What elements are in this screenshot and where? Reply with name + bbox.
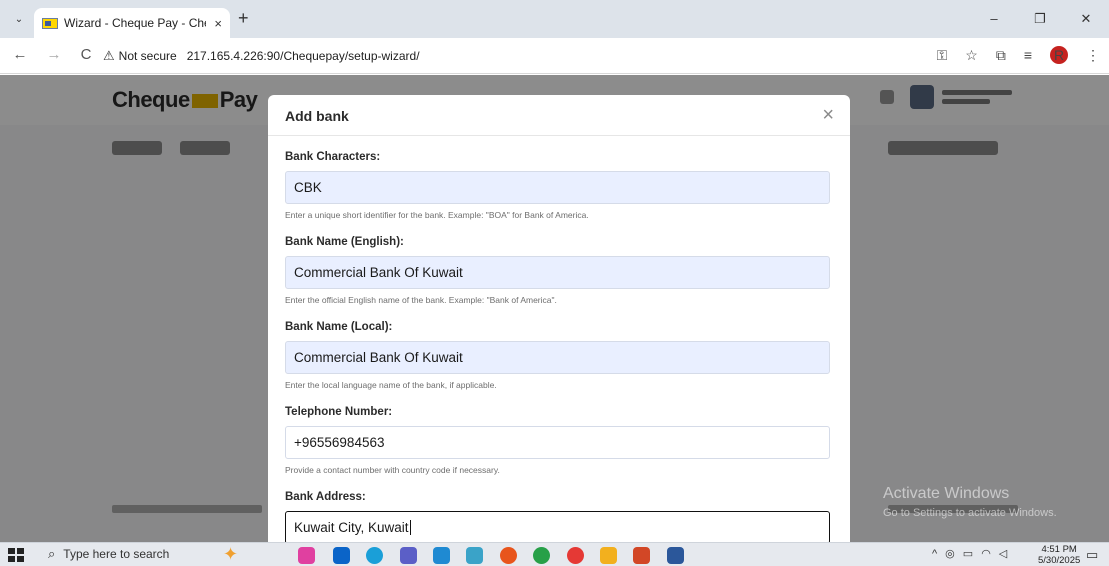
taskbar-clock[interactable]: 4:51 PM 5/30/2025 — [1038, 544, 1080, 566]
bank-characters-input[interactable]: CBK — [285, 171, 830, 204]
tray-app-icon[interactable]: ◎ — [945, 547, 955, 560]
browser-tab-bar: ⌄ Wizard - Cheque Pay - Cheque × + – ❐ ✕ — [0, 0, 1109, 38]
taskbar-search[interactable]: ⌕ Type here to search — [48, 546, 169, 562]
clock-date: 5/30/2025 — [1038, 555, 1081, 566]
watermark-subtitle: Go to Settings to activate Windows. — [883, 507, 1057, 519]
search-icon: ⌕ — [48, 546, 56, 561]
bank-characters-field: Bank Characters: CBK Enter a unique shor… — [285, 151, 830, 220]
profile-avatar[interactable]: R — [1050, 46, 1068, 64]
edge-browser-icon[interactable] — [366, 547, 383, 564]
watermark-title: Activate Windows — [883, 485, 1010, 502]
taskbar-search-placeholder: Type here to search — [63, 547, 170, 561]
password-key-icon[interactable]: ⚿ — [937, 47, 948, 64]
chrome-icon[interactable] — [533, 547, 550, 564]
app-icon-pinwheel[interactable] — [298, 547, 315, 564]
field-label: Bank Name (Local): — [285, 321, 393, 333]
vscode-icon[interactable] — [433, 547, 450, 564]
forward-button[interactable]: → — [44, 46, 64, 63]
field-label: Telephone Number: — [285, 406, 393, 418]
omnibox[interactable]: ⚠ Not secure 217.165.4.226:90/Chequepay/… — [103, 43, 723, 69]
file-explorer-icon[interactable] — [600, 547, 617, 564]
security-label[interactable]: Not secure — [119, 49, 177, 63]
windows-start-icon[interactable] — [8, 548, 24, 562]
activate-windows-watermark: Activate Windows Go to Settings to activ… — [883, 485, 1057, 519]
tab-search-chevron-icon[interactable]: ⌄ — [8, 11, 30, 29]
address-bar: ← → C ⚠ Not secure 217.165.4.226:90/Cheq… — [0, 38, 1109, 74]
browser-tab[interactable]: Wizard - Cheque Pay - Cheque × — [34, 8, 230, 38]
extensions-icon[interactable]: ⧉ — [996, 47, 1006, 64]
app-icon-teal[interactable] — [466, 547, 483, 564]
windows-taskbar: ⌕ Type here to search ✦ ^ ◎ ▭ ◠ ◁ 4:51 P… — [0, 542, 1109, 566]
outlook-icon[interactable] — [333, 547, 350, 564]
back-button[interactable]: ← — [10, 46, 30, 63]
reload-button[interactable]: C — [76, 46, 96, 63]
restore-button[interactable]: ❐ — [1017, 0, 1063, 38]
field-label: Bank Name (English): — [285, 236, 404, 248]
sparkle-icon[interactable]: ✦ — [223, 544, 238, 565]
bank-address-field: Bank Address: Kuwait City, Kuwait — [285, 491, 830, 542]
toolbar-right: ⚿ ☆ ⧉ ≡ R ⋮ — [928, 46, 1109, 64]
telephone-number-field: Telephone Number: +96556984563 Provide a… — [285, 406, 830, 475]
volume-icon[interactable]: ◁ — [999, 547, 1007, 560]
field-help: Enter the local language name of the ban… — [285, 380, 497, 390]
chevron-up-icon[interactable]: ^ — [932, 548, 937, 560]
powerpoint-icon[interactable] — [633, 547, 650, 564]
window-controls: – ❐ ✕ — [971, 0, 1109, 38]
system-tray: ^ ◎ ▭ ◠ ◁ — [928, 547, 1011, 561]
warning-icon[interactable]: ⚠ — [103, 48, 115, 64]
close-icon[interactable]: × — [822, 104, 834, 127]
word-icon[interactable] — [667, 547, 684, 564]
field-label: Bank Address: — [285, 491, 366, 503]
field-help: Enter a unique short identifier for the … — [285, 210, 589, 220]
notification-center-icon[interactable]: ▭ — [1086, 547, 1098, 563]
cheque-favicon-icon — [42, 17, 58, 29]
field-label: Bank Characters: — [285, 151, 381, 163]
new-tab-button[interactable]: + — [238, 8, 249, 29]
bank-name-english-input[interactable]: Commercial Bank Of Kuwait — [285, 256, 830, 289]
field-help: Enter the official English name of the b… — [285, 295, 557, 305]
reading-list-icon[interactable]: ≡ — [1024, 47, 1032, 63]
modal-header: Add bank × — [268, 95, 850, 136]
tab-close-icon[interactable]: × — [214, 16, 222, 31]
close-window-button[interactable]: ✕ — [1063, 0, 1109, 38]
bank-address-input[interactable]: Kuwait City, Kuwait — [285, 511, 830, 542]
clock-time: 4:51 PM — [1041, 544, 1077, 555]
bank-name-english-field: Bank Name (English): Commercial Bank Of … — [285, 236, 830, 305]
menu-kebab-icon[interactable]: ⋮ — [1086, 47, 1100, 64]
minimize-button[interactable]: – — [971, 0, 1017, 38]
bank-name-local-field: Bank Name (Local): Commercial Bank Of Ku… — [285, 321, 830, 390]
bank-name-local-input[interactable]: Commercial Bank Of Kuwait — [285, 341, 830, 374]
bookmark-star-icon[interactable]: ☆ — [965, 47, 978, 64]
bank-address-value: Kuwait City, Kuwait — [294, 520, 409, 535]
add-bank-modal: Add bank × Bank Characters: CBK Enter a … — [268, 95, 850, 542]
telephone-number-input[interactable]: +96556984563 — [285, 426, 830, 459]
field-help: Provide a contact number with country co… — [285, 465, 500, 475]
battery-icon[interactable]: ▭ — [963, 547, 973, 560]
page-content: Cheque Pay Activate Windows Go to Setting… — [0, 75, 1109, 542]
wifi-icon[interactable]: ◠ — [981, 547, 991, 560]
tab-title: Wizard - Cheque Pay - Cheque — [64, 16, 206, 30]
teams-icon[interactable] — [400, 547, 417, 564]
text-caret — [409, 520, 411, 535]
firefox-icon[interactable] — [500, 547, 517, 564]
url-text[interactable]: 217.165.4.226:90/Chequepay/setup-wizard/ — [187, 49, 420, 63]
modal-title: Add bank — [285, 108, 349, 124]
app-icon-red-circle[interactable] — [567, 547, 584, 564]
